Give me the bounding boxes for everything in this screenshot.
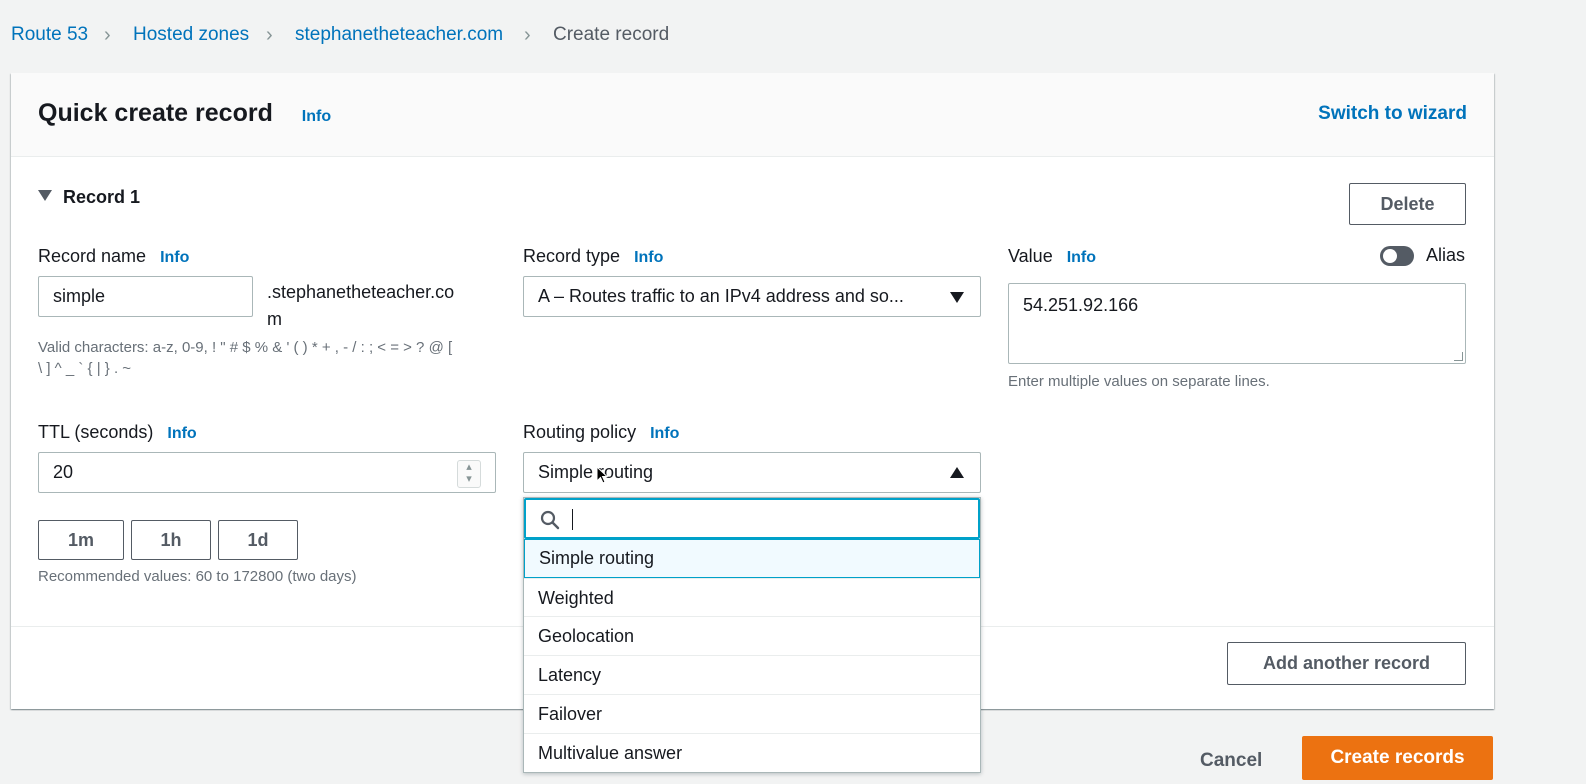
- delete-button[interactable]: Delete: [1349, 183, 1466, 225]
- value-label-text: Value: [1008, 246, 1053, 266]
- ttl-info-link[interactable]: Info: [167, 425, 196, 442]
- record-name-value: simple: [53, 286, 106, 306]
- record-name-input[interactable]: simple: [38, 276, 253, 317]
- title-info-link[interactable]: Info: [302, 108, 331, 125]
- number-stepper-icon[interactable]: ▴ ▾: [457, 460, 481, 488]
- ttl-label: TTL (seconds) Info: [38, 422, 197, 443]
- record-1-toggle[interactable]: Record 1: [38, 187, 140, 208]
- create-records-button[interactable]: Create records: [1302, 736, 1493, 780]
- option-failover[interactable]: Failover: [524, 694, 980, 733]
- breadcrumb-route53[interactable]: Route 53: [11, 22, 88, 48]
- chevron-right-icon: ›: [104, 24, 111, 46]
- option-geolocation[interactable]: Geolocation: [524, 616, 980, 655]
- record-name-label-text: Record name: [38, 246, 147, 266]
- record-name-hint: Valid characters: a-z, 0-9, ! " # $ % & …: [38, 337, 508, 379]
- record-name-label: Record name Info: [38, 246, 189, 267]
- mouse-cursor-icon: [596, 466, 608, 484]
- routing-policy-label: Routing policy Info: [523, 422, 679, 443]
- record-header-label: Record 1: [63, 187, 141, 207]
- value-info-link[interactable]: Info: [1067, 249, 1096, 266]
- value-textarea[interactable]: 54.251.92.166: [1008, 283, 1466, 364]
- caret-down-icon: [950, 292, 964, 303]
- option-latency[interactable]: Latency: [524, 655, 980, 694]
- record-type-value: A – Routes traffic to an IPv4 address an…: [538, 286, 904, 306]
- ttl-preset-1d[interactable]: 1d: [218, 520, 298, 560]
- routing-policy-select[interactable]: Simple routing: [523, 452, 981, 493]
- chevron-right-icon: ›: [524, 24, 531, 46]
- text-cursor: [572, 509, 573, 530]
- alias-toggle[interactable]: Alias: [1380, 245, 1465, 266]
- domain-suffix-line1: .stephanetheteacher.co: [267, 282, 455, 302]
- record-name-hint-line1: Valid characters: a-z, 0-9, ! " # $ % & …: [38, 339, 453, 356]
- option-weighted[interactable]: Weighted: [524, 578, 980, 617]
- value-label: Value Info: [1008, 246, 1096, 267]
- ttl-input[interactable]: 20 ▴ ▾: [38, 452, 496, 493]
- record-type-info-link[interactable]: Info: [634, 249, 663, 266]
- resize-handle-icon[interactable]: [1454, 352, 1463, 361]
- routing-info-link[interactable]: Info: [650, 425, 679, 442]
- record-type-label-text: Record type: [523, 246, 621, 266]
- record-type-label: Record type Info: [523, 246, 663, 267]
- panel-title-text: Quick create record: [38, 99, 273, 127]
- cancel-button[interactable]: Cancel: [1200, 750, 1262, 772]
- routing-policy-label-text: Routing policy: [523, 422, 637, 442]
- domain-suffix: .stephanetheteacher.co m: [267, 279, 454, 333]
- breadcrumb-current: Create record: [553, 24, 670, 45]
- record-type-select[interactable]: A – Routes traffic to an IPv4 address an…: [523, 276, 981, 317]
- option-multivalue-answer[interactable]: Multivalue answer: [524, 733, 980, 772]
- routing-policy-dropdown: Simple routing Weighted Geolocation Late…: [523, 497, 981, 773]
- alias-switch[interactable]: [1380, 245, 1414, 266]
- value-text: 54.251.92.166: [1023, 295, 1139, 315]
- switch-to-wizard-link[interactable]: Switch to wizard: [1318, 103, 1467, 125]
- dropdown-search-field[interactable]: [524, 498, 980, 539]
- ttl-label-text: TTL (seconds): [38, 422, 154, 442]
- ttl-preset-1m[interactable]: 1m: [38, 520, 124, 560]
- ttl-value: 20: [53, 462, 74, 482]
- panel-header: Quick create record Info Switch to wizar…: [11, 73, 1494, 157]
- alias-label: Alias: [1426, 245, 1466, 265]
- option-simple-routing[interactable]: Simple routing: [524, 539, 980, 578]
- page-title: Quick create record Info: [38, 99, 331, 128]
- ttl-preset-1h[interactable]: 1h: [131, 520, 211, 560]
- value-hint: Enter multiple values on separate lines.: [1008, 373, 1270, 390]
- ttl-hint: Recommended values: 60 to 172800 (two da…: [38, 568, 357, 585]
- domain-suffix-line2: m: [267, 309, 282, 329]
- add-another-record-button[interactable]: Add another record: [1227, 642, 1466, 685]
- search-icon: [540, 510, 560, 530]
- alias-switch-knob: [1383, 248, 1397, 263]
- caret-down-icon: [38, 190, 52, 201]
- breadcrumb-hosted-zones[interactable]: Hosted zones: [133, 22, 249, 48]
- record-name-info-link[interactable]: Info: [160, 249, 189, 266]
- chevron-right-icon: ›: [266, 24, 273, 46]
- record-name-hint-line2: \ ] ^ _ ` { | } . ~: [38, 360, 132, 377]
- breadcrumb-zone[interactable]: stephanetheteacher.com: [295, 22, 503, 48]
- caret-up-icon: [950, 467, 964, 478]
